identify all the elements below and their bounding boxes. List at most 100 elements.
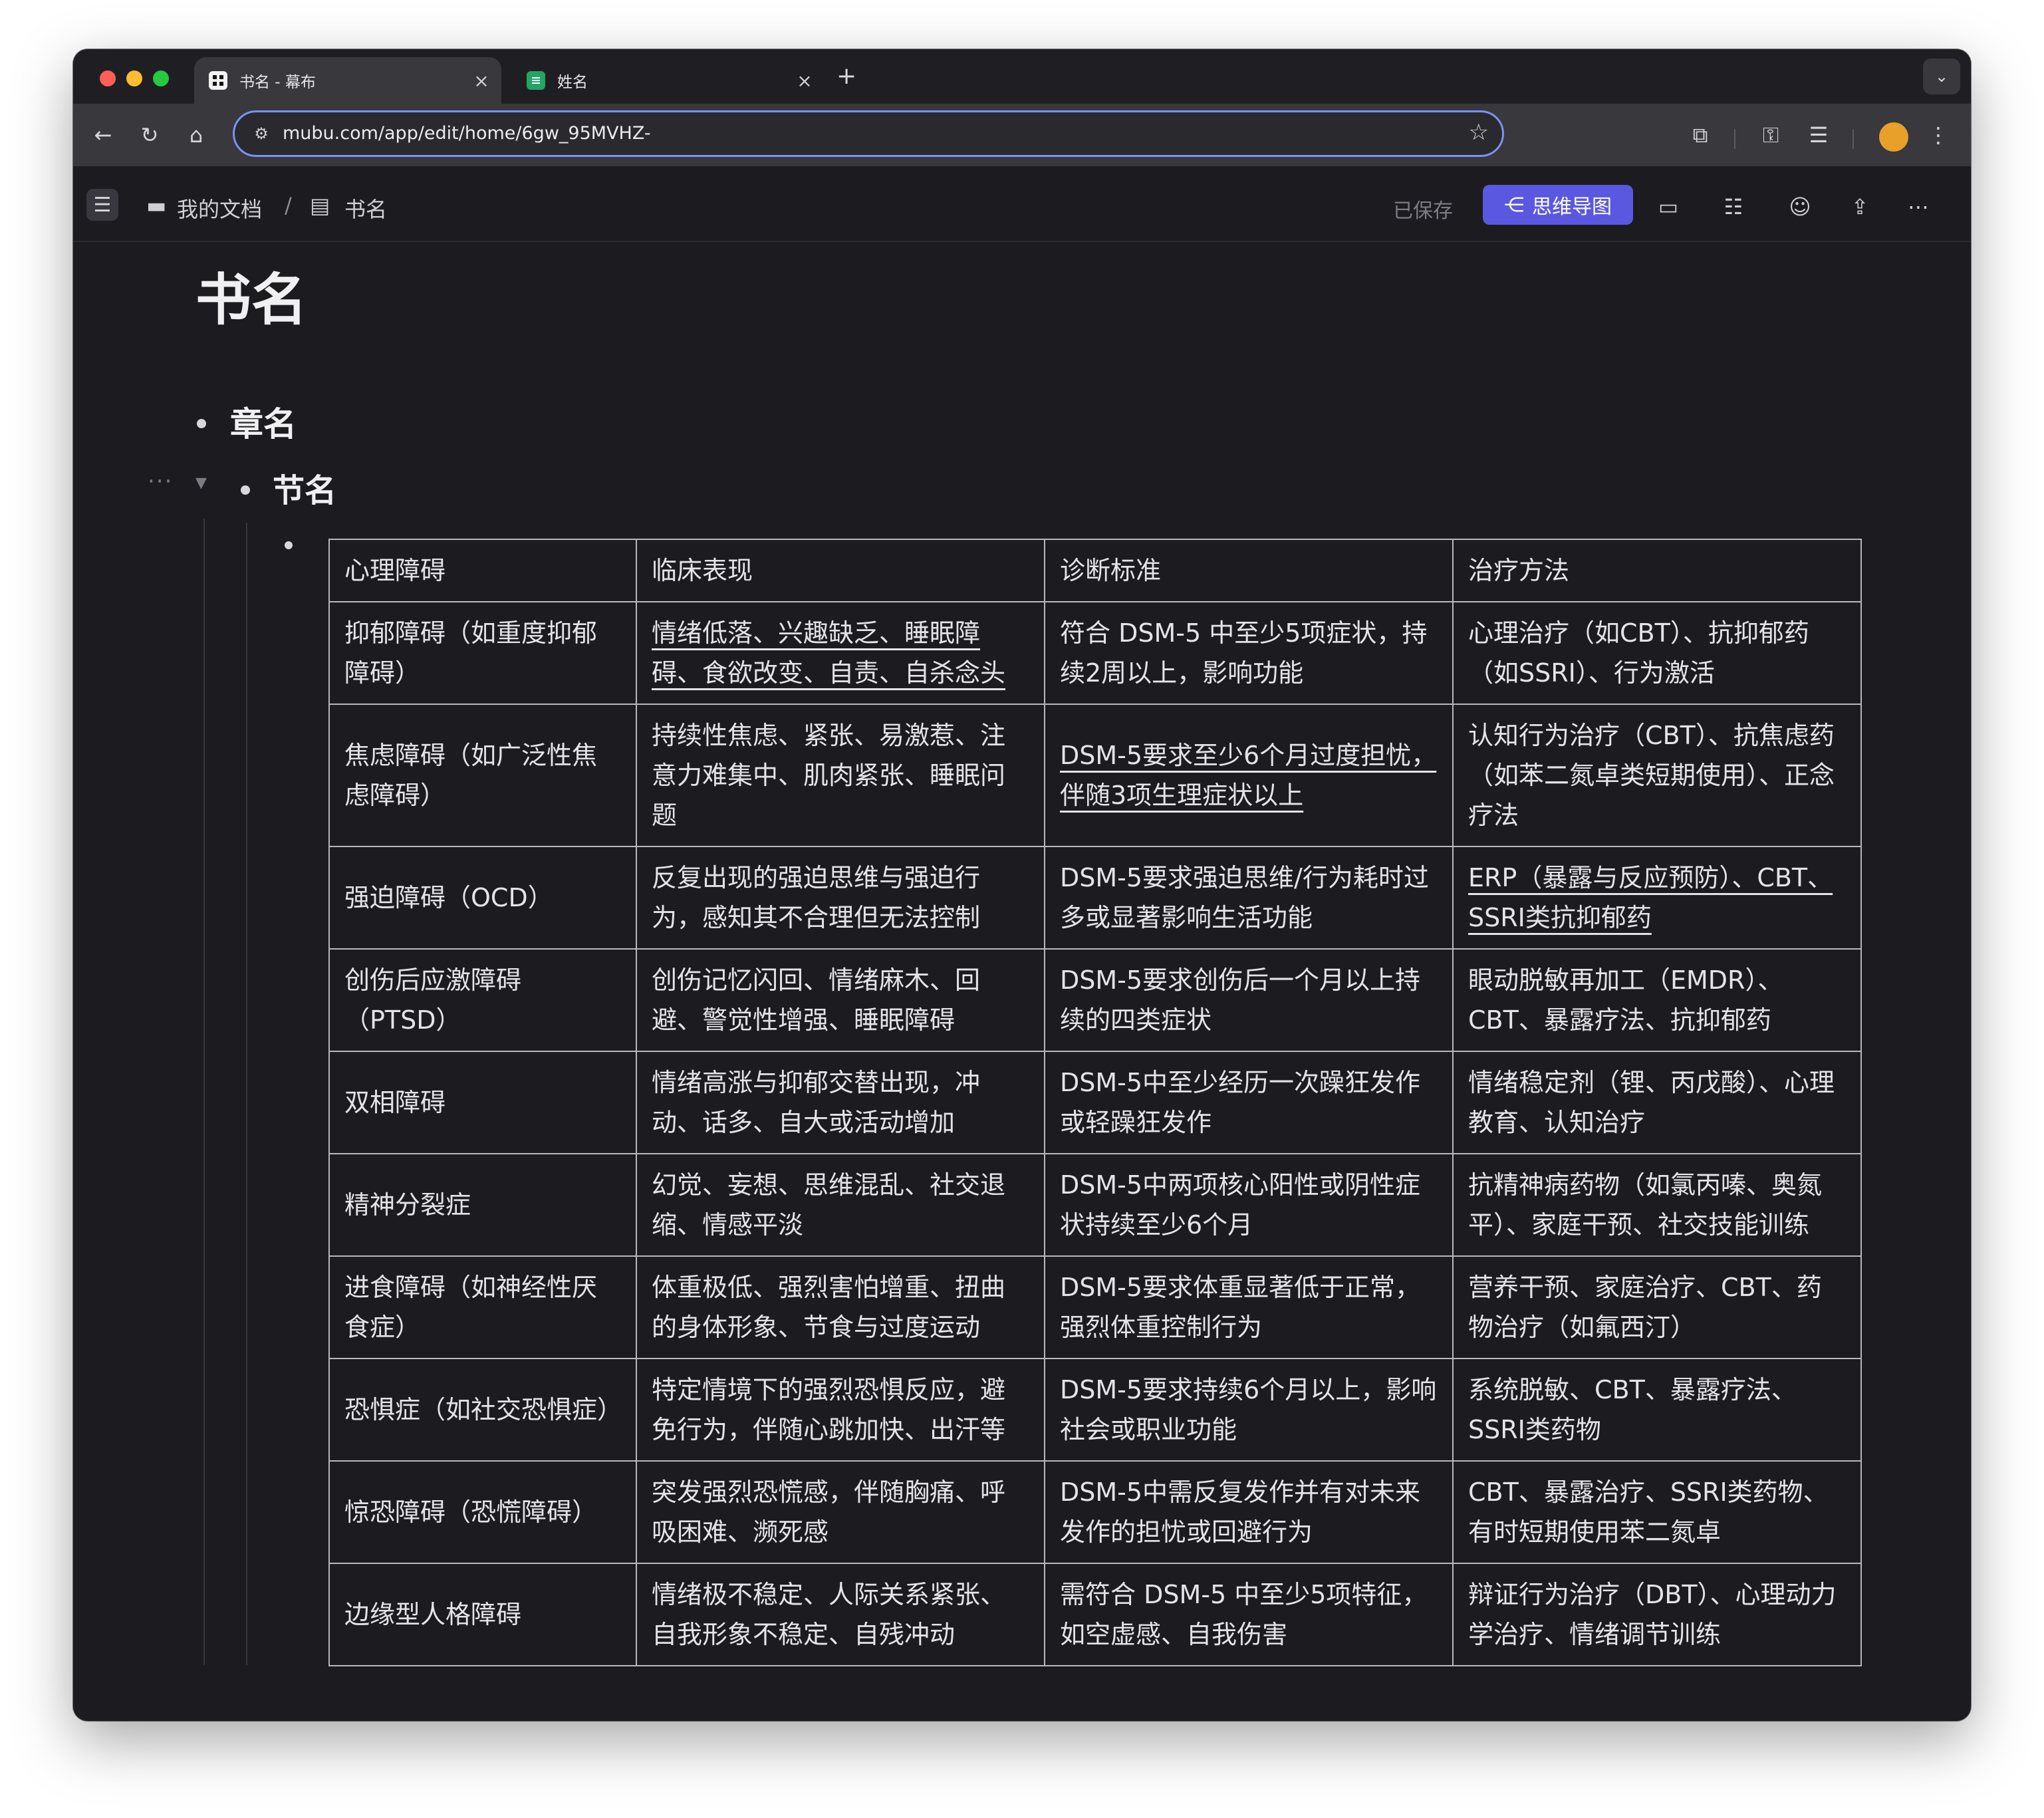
back-icon[interactable]: ←	[88, 120, 118, 150]
table-cell[interactable]: 进食障碍（如神经性厌食症）	[328, 1255, 637, 1359]
table-row: 强迫障碍（OCD） 反复出现的强迫思维与强迫行为，感知其不合理但无法控制 DSM…	[328, 846, 1862, 950]
table-cell[interactable]: 情绪低落、兴趣缺乏、睡眠障碍、食欲改变、自责、自杀念头	[636, 601, 1045, 705]
browser-window: 书名 - 幕布 × 姓名 × + ⌄ ← ↻ ⌂ ⚙ mubu.com/app/…	[73, 49, 1971, 1721]
table-cell[interactable]: 恐惧症（如社交恐惧症）	[328, 1358, 637, 1462]
extensions-icon[interactable]: ⧉	[1685, 120, 1716, 150]
table-cell[interactable]: CBT、暴露治疗、SSRI类药物、有时短期使用苯二氮卓	[1452, 1460, 1862, 1564]
url-text: mubu.com/app/edit/home/6gw_95MVHZ-	[283, 123, 651, 144]
table-header-cell[interactable]: 诊断标准	[1044, 539, 1454, 602]
table-cell[interactable]: DSM-5中两项核心阳性或阴性症状持续至少6个月	[1044, 1153, 1454, 1257]
table-cell[interactable]: 辩证行为治疗（DBT）、心理动力学治疗、情绪调节训练	[1452, 1563, 1862, 1666]
table-cell[interactable]: 幻觉、妄想、思维混乱、社交退缩、情感平淡	[636, 1153, 1045, 1257]
table-cell[interactable]: 惊恐障碍（恐慌障碍）	[328, 1460, 637, 1564]
table-cell[interactable]: 边缘型人格障碍	[328, 1563, 637, 1666]
minimize-window-button[interactable]	[126, 70, 142, 86]
mubu-favicon-icon	[209, 71, 227, 90]
outline-guide-line	[246, 523, 247, 1665]
app-header: ☰ ▬ 我的文档 / ▤ 书名 已保存 ⋲ 思维导图 ▭ ☷ ☺ ⇪ ⋯	[73, 166, 1971, 242]
star-icon[interactable]: ☆	[1469, 119, 1489, 146]
breadcrumb-separator: /	[285, 193, 292, 218]
search-doc-icon[interactable]: ☷	[1718, 192, 1749, 222]
table-cell[interactable]: 抗精神病药物（如氯丙嗪、奥氮平）、家庭干预、社交技能训练	[1452, 1153, 1862, 1257]
table-cell[interactable]: 焦虑障碍（如广泛性焦虑障碍）	[328, 704, 637, 847]
table-cell[interactable]: 创伤记忆闪回、情绪麻木、回避、警觉性增强、睡眠障碍	[636, 948, 1045, 1052]
table-header-cell[interactable]: 治疗方法	[1452, 539, 1862, 602]
table-cell[interactable]: 情绪极不稳定、人际关系紧张、自我形象不稳定、自残冲动	[636, 1563, 1045, 1666]
table-cell[interactable]: DSM-5要求强迫思维/行为耗时过多或显著影响生活功能	[1044, 846, 1454, 950]
doc-icon: ▤	[310, 193, 330, 218]
presentation-icon[interactable]: ▭	[1653, 192, 1684, 222]
table-header-cell[interactable]: 临床表现	[636, 539, 1045, 602]
address-bar[interactable]: ⚙ mubu.com/app/edit/home/6gw_95MVHZ- ☆	[233, 110, 1504, 157]
table-cell[interactable]: DSM-5要求持续6个月以上，影响社会或职业功能	[1044, 1358, 1454, 1462]
table-cell[interactable]: 双相障碍	[328, 1051, 637, 1154]
more-vert-icon[interactable]: ⋮	[1923, 120, 1954, 150]
table-header-cell[interactable]: 心理障碍	[328, 539, 637, 602]
table-cell[interactable]: DSM-5中至少经历一次躁狂发作或轻躁狂发作	[1044, 1051, 1454, 1154]
table-node-bullet[interactable]	[285, 541, 293, 549]
profile-avatar[interactable]	[1879, 122, 1908, 152]
page-title[interactable]: 书名	[195, 255, 307, 336]
tab-mubu[interactable]: 书名 - 幕布 ×	[194, 57, 501, 104]
more-icon[interactable]: ⋯	[1903, 192, 1934, 222]
saved-status: 已保存	[1393, 199, 1453, 223]
table-cell[interactable]: 抑郁障碍（如重度抑郁障碍）	[328, 601, 637, 705]
breadcrumb-root[interactable]: 我的文档	[177, 193, 262, 223]
table-cell[interactable]: 情绪稳定剂（锂、丙戊酸）、心理教育、认知治疗	[1452, 1051, 1862, 1154]
sidebar-toggle-icon[interactable]: ☰	[86, 189, 118, 221]
collaborator-icon[interactable]: ☺	[1785, 192, 1815, 222]
maximize-window-button[interactable]	[153, 70, 169, 86]
tune-icon[interactable]: ⚙	[249, 122, 273, 146]
table-cell[interactable]: 系统脱敏、CBT、暴露疗法、SSRI类药物	[1452, 1358, 1862, 1462]
cell-text: ERP（暴露与反应预防）、CBT、SSRI类抗抑郁药	[1468, 863, 1833, 932]
chapter-heading[interactable]: 章名	[230, 398, 297, 446]
table-cell[interactable]: DSM-5要求体重显著低于正常，强烈体重控制行为	[1044, 1255, 1454, 1359]
reload-icon[interactable]: ↻	[134, 120, 165, 150]
table-cell[interactable]: DSM-5中需反复发作并有对未来发作的担忧或回避行为	[1044, 1460, 1454, 1564]
table-cell[interactable]: DSM-5要求至少6个月过度担忧，伴随3项生理症状以上	[1044, 704, 1454, 847]
table-cell[interactable]: ERP（暴露与反应预防）、CBT、SSRI类抗抑郁药	[1452, 846, 1862, 950]
share-icon[interactable]: ⇪	[1845, 192, 1875, 222]
section-bullet[interactable]	[241, 485, 250, 495]
close-tab-icon[interactable]: ×	[791, 70, 818, 92]
table-cell[interactable]: 眼动脱敏再加工（EMDR）、CBT、暴露疗法、抗抑郁药	[1452, 948, 1862, 1052]
table-cell[interactable]: 持续性焦虑、紧张、易激惹、注意力难集中、肌肉紧张、睡眠问题	[636, 704, 1045, 847]
table-cell[interactable]: 突发强烈恐慌感，伴随胸痛、呼吸困难、濒死感	[636, 1460, 1045, 1564]
table-row: 抑郁障碍（如重度抑郁障碍） 情绪低落、兴趣缺乏、睡眠障碍、食欲改变、自责、自杀念…	[328, 601, 1862, 705]
browser-toolbar: ← ↻ ⌂ ⚙ mubu.com/app/edit/home/6gw_95MVH…	[73, 104, 1971, 166]
password-key-icon[interactable]: ⚿	[1755, 120, 1786, 150]
chapter-bullet[interactable]	[197, 419, 206, 428]
table-cell[interactable]: 强迫障碍（OCD）	[328, 846, 637, 950]
toolbar-divider	[1734, 129, 1735, 149]
node-menu-icon[interactable]: ···	[148, 468, 173, 495]
table-cell[interactable]: 精神分裂症	[328, 1153, 637, 1257]
close-window-button[interactable]	[100, 70, 116, 86]
tab-title: 书名 - 幕布	[239, 74, 316, 91]
collapse-caret-icon[interactable]: ▼	[195, 475, 207, 491]
table-cell[interactable]: 认知行为治疗（CBT）、抗焦虑药（如苯二氮卓类短期使用）、正念疗法	[1452, 704, 1862, 847]
table-cell[interactable]: DSM-5要求创伤后一个月以上持续的四类症状	[1044, 948, 1454, 1052]
table-cell[interactable]: 反复出现的强迫思维与强迫行为，感知其不合理但无法控制	[636, 846, 1045, 950]
new-tab-icon[interactable]: +	[836, 63, 856, 90]
chevron-down-icon[interactable]: ⌄	[1923, 59, 1960, 94]
table-row: 创伤后应激障碍（PTSD） 创伤记忆闪回、情绪麻木、回避、警觉性增强、睡眠障碍 …	[328, 948, 1862, 1052]
table-cell[interactable]: 符合 DSM-5 中至少5项症状，持续2周以上，影响功能	[1044, 601, 1454, 705]
section-heading[interactable]: 节名	[273, 464, 336, 511]
table-cell[interactable]: 体重极低、强烈害怕增重、扭曲的身体形象、节食与过度运动	[636, 1255, 1045, 1359]
home-icon[interactable]: ⌂	[181, 120, 211, 150]
mindmap-label: 思维导图	[1532, 195, 1612, 219]
table-cell[interactable]: 需符合 DSM-5 中至少5项特征，如空虚感、自我伤害	[1044, 1563, 1454, 1666]
table-cell[interactable]: 情绪高涨与抑郁交替出现，冲动、话多、自大或活动增加	[636, 1051, 1045, 1154]
folder-icon: ▬	[146, 193, 167, 218]
table-cell[interactable]: 心理治疗（如CBT）、抗抑郁药（如SSRI）、行为激活	[1452, 601, 1862, 705]
table-cell[interactable]: 创伤后应激障碍（PTSD）	[328, 948, 637, 1052]
table-cell[interactable]: 营养干预、家庭治疗、CBT、药物治疗（如氟西汀）	[1452, 1255, 1862, 1359]
tab-name[interactable]: 姓名 ×	[512, 57, 825, 104]
cell-text: DSM-5要求至少6个月过度担忧，伴随3项生理症状以上	[1060, 741, 1437, 810]
data-table: 心理障碍 临床表现 诊断标准 治疗方法 抑郁障碍（如重度抑郁障碍） 情绪低落、兴…	[328, 539, 1862, 1666]
breadcrumb-doc[interactable]: 书名	[344, 193, 387, 223]
close-tab-icon[interactable]: ×	[468, 70, 495, 92]
reading-list-icon[interactable]: ☰	[1803, 120, 1834, 150]
table-cell[interactable]: 特定情境下的强烈恐惧反应，避免行为，伴随心跳加快、出汗等	[636, 1358, 1045, 1462]
mindmap-button[interactable]: ⋲ 思维导图	[1483, 185, 1633, 225]
